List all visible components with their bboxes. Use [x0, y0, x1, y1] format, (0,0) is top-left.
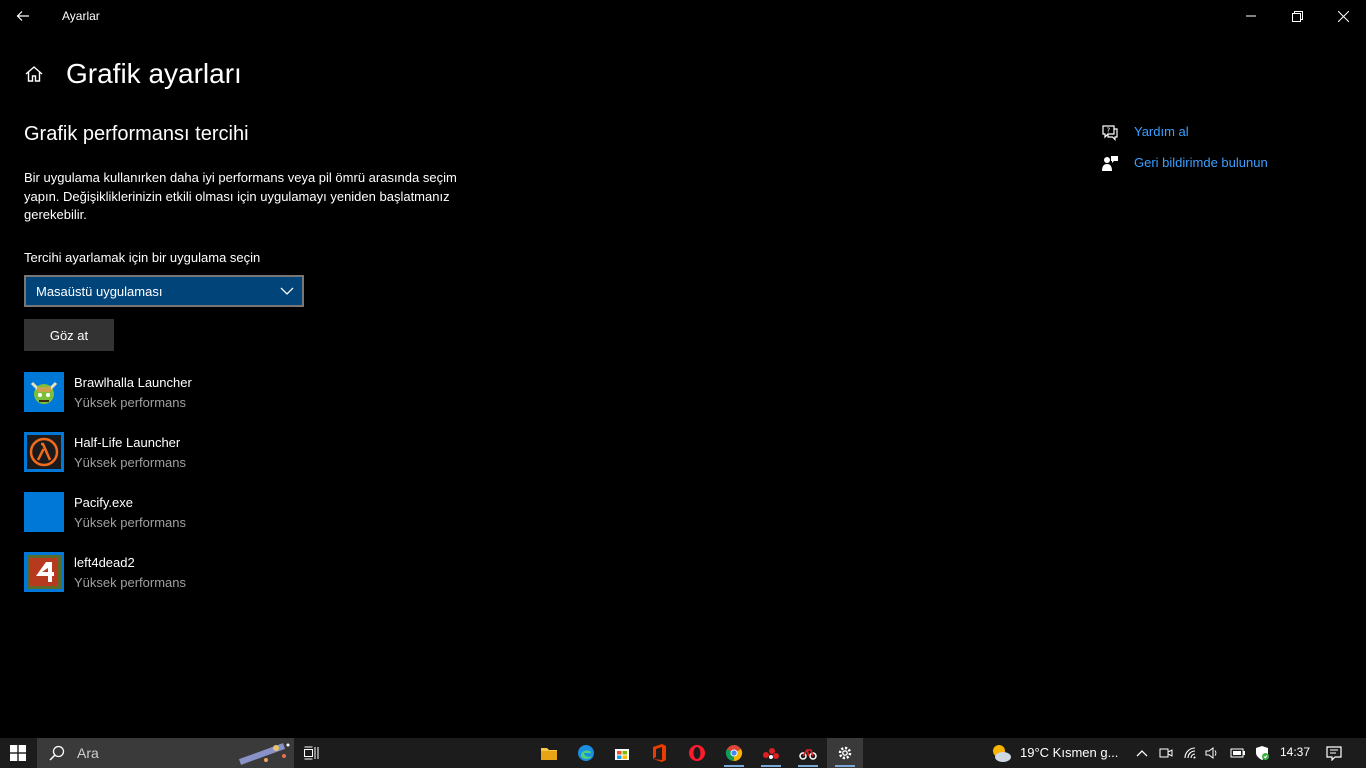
close-icon [1337, 10, 1349, 22]
battery-icon[interactable] [1228, 738, 1248, 768]
app-name: left4dead2 [74, 555, 135, 570]
minimize-button[interactable] [1228, 0, 1274, 32]
app-preference: Yüksek performans [74, 515, 186, 530]
page-title: Grafik ayarları [66, 58, 242, 89]
help-link[interactable]: ? Yardım al [1100, 116, 1268, 147]
minimize-icon [1246, 15, 1256, 17]
app-red-dots-icon[interactable] [753, 738, 789, 768]
app-select-label: Tercihi ayarlamak için bir uygulama seçi… [24, 250, 261, 265]
list-item[interactable]: Pacify.exe Yüksek performans [24, 492, 424, 552]
office-icon[interactable] [641, 738, 677, 768]
app-preference: Yüksek performans [74, 395, 186, 410]
list-item[interactable]: left4dead2 Yüksek performans [24, 552, 424, 612]
app-name: Brawlhalla Launcher [74, 375, 192, 390]
app-type-select-value: Masaüstü uygulaması [36, 283, 163, 299]
taskbar: Ara 19°C Kısmen g... 14:37 [0, 738, 1366, 768]
microsoft-store-icon[interactable] [604, 738, 640, 768]
security-shield-icon[interactable] [1252, 738, 1272, 768]
task-view-button[interactable] [296, 738, 328, 768]
back-button[interactable] [0, 0, 46, 32]
task-view-icon [304, 746, 319, 760]
notification-center-icon[interactable] [1322, 738, 1346, 768]
feedback-link[interactable]: Geri bildirimde bulunun [1100, 147, 1268, 178]
app-name: Half-Life Launcher [74, 435, 181, 450]
section-description: Bir uygulama kullanırken daha iyi perfor… [24, 170, 457, 222]
weather-text[interactable]: 19°C Kısmen g... [1020, 745, 1118, 760]
search-highlight-illustration-icon [238, 743, 290, 765]
home-icon[interactable] [22, 62, 46, 86]
section-title: Grafik performansı tercihi [24, 123, 249, 145]
left4dead-icon [24, 552, 64, 592]
app-preference: Yüksek performans [74, 455, 186, 470]
restore-button[interactable] [1274, 0, 1320, 32]
feedback-link-label: Geri bildirimde bulunun [1134, 155, 1268, 170]
edge-icon[interactable] [568, 738, 604, 768]
app-list: Brawlhalla Launcher Yüksek performans Ha… [24, 372, 424, 612]
clock[interactable]: 14:37 [1280, 745, 1310, 759]
chevron-up-icon[interactable] [1132, 738, 1152, 768]
window-title: Ayarlar [62, 9, 100, 23]
app-name: Pacify.exe [74, 495, 134, 510]
browse-button[interactable]: Göz at [24, 319, 114, 351]
back-arrow-icon [16, 11, 29, 21]
start-button[interactable] [0, 738, 36, 768]
feedback-icon [1100, 153, 1120, 173]
page-header: Grafik ayarları [22, 56, 242, 92]
wifi-icon[interactable] [1181, 738, 1199, 768]
app-bike-icon[interactable] [790, 738, 826, 768]
weather-icon[interactable] [988, 738, 1014, 768]
chrome-icon[interactable] [716, 738, 752, 768]
search-placeholder: Ara [77, 745, 99, 761]
meet-now-icon[interactable] [1157, 738, 1175, 768]
chevron-down-icon [280, 284, 294, 301]
close-button[interactable] [1320, 0, 1366, 32]
windows-logo-icon [10, 745, 26, 761]
app-preference: Yüksek performans [74, 575, 186, 590]
related-links: ? Yardım al Geri bildirimde bulunun [1100, 116, 1268, 178]
list-item[interactable]: Brawlhalla Launcher Yüksek performans [24, 372, 424, 432]
file-explorer-icon[interactable] [531, 738, 567, 768]
list-item[interactable]: Half-Life Launcher Yüksek performans [24, 432, 424, 492]
help-chat-icon: ? [1100, 122, 1120, 142]
volume-icon[interactable] [1203, 738, 1221, 768]
svg-text:?: ? [1107, 126, 1111, 134]
help-link-label: Yardım al [1134, 124, 1189, 139]
blank-app-icon [24, 492, 64, 532]
opera-icon[interactable] [679, 738, 715, 768]
half-life-lambda-icon [24, 432, 64, 472]
taskbar-search-box[interactable]: Ara [37, 738, 294, 768]
settings-gear-icon[interactable] [827, 738, 863, 768]
app-type-select[interactable]: Masaüstü uygulaması [24, 275, 304, 307]
search-icon [37, 745, 77, 761]
brawlhalla-icon [24, 372, 64, 412]
title-bar: Ayarlar [0, 0, 1366, 32]
restore-icon [1291, 10, 1303, 22]
